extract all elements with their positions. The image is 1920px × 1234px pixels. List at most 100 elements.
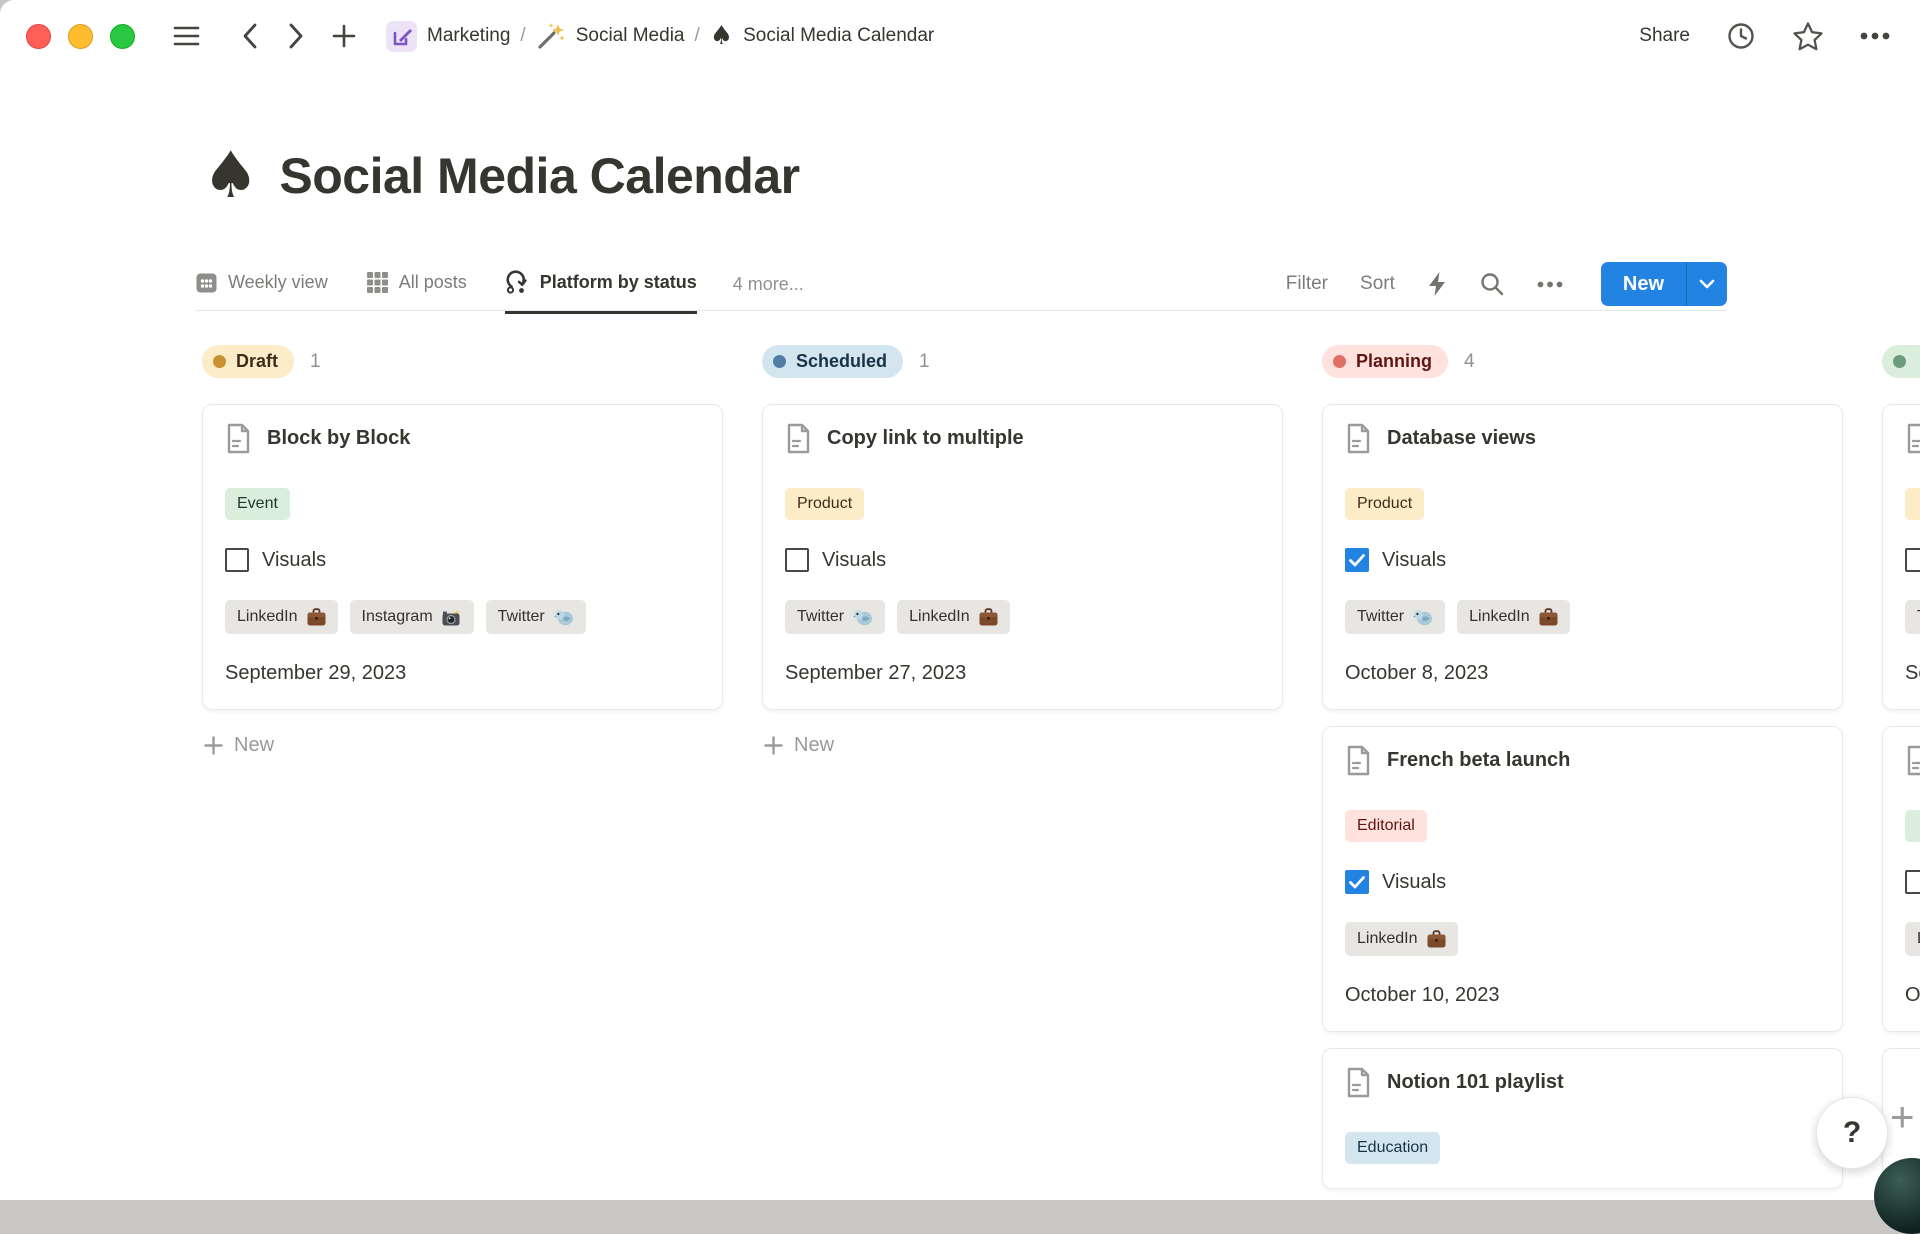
bird-emoji [1413, 608, 1433, 626]
card-date: October 10, 2023 [1345, 984, 1500, 1007]
card-title: French beta launch [1387, 749, 1570, 772]
minimize-window-button[interactable] [68, 24, 93, 49]
view-tabs: Weekly viewAll postsPlatform by status [195, 258, 697, 310]
page-icon [1345, 423, 1372, 454]
new-card-label: New [794, 734, 834, 757]
status-pill[interactable] [1882, 345, 1920, 378]
new-tab-icon[interactable] [332, 24, 356, 48]
category-tag: Event [225, 488, 290, 520]
board-card[interactable]: TwSe [1882, 404, 1920, 710]
category-tag: Editorial [1345, 810, 1427, 842]
breadcrumb: Marketing/Social Media/♠Social Media Cal… [386, 21, 934, 52]
card-date: October 8, 2023 [1345, 662, 1488, 685]
category-tag [1905, 488, 1920, 520]
add-group-plus-icon[interactable]: + [1890, 1096, 1915, 1138]
checkbox-checked[interactable] [1345, 548, 1369, 572]
bird-emoji [554, 608, 574, 626]
sidebar-menu-icon[interactable] [173, 25, 200, 47]
zoom-window-button[interactable] [110, 24, 135, 49]
status-label: Scheduled [796, 351, 887, 372]
board-column-draft: Draft 1 Block by Block Event Visuals LinkedIn… [202, 345, 723, 761]
spade-icon: ♠ [710, 23, 733, 49]
search-icon[interactable] [1479, 271, 1505, 297]
tab-all-posts[interactable]: All posts [366, 257, 467, 314]
platform-tag-linkedin: LinkedIn [897, 600, 1010, 634]
breadcrumb-item[interactable]: ♠ Social Media Calendar [710, 23, 934, 49]
column-count: 1 [310, 351, 321, 373]
breadcrumb-item[interactable]: Social Media [536, 21, 685, 51]
page-icon-spade[interactable]: ♠ [202, 144, 259, 208]
help-button[interactable]: ? [1816, 1097, 1888, 1169]
checkbox-label: Visuals [262, 549, 326, 572]
status-pill[interactable]: Planning [1322, 345, 1448, 378]
card-date: Oc [1905, 984, 1920, 1007]
platform-tag-tw: Tw [1905, 600, 1920, 634]
filter-button[interactable]: Filter [1286, 273, 1328, 295]
status-icon [505, 270, 530, 295]
page-icon [225, 423, 252, 454]
breadcrumb-label: Social Media [576, 25, 685, 47]
platform-tag-linkedin: LinkedIn [225, 600, 338, 634]
checkbox-label: Visuals [1382, 549, 1446, 572]
breadcrumb-item[interactable]: Marketing [386, 21, 510, 52]
view-options-icon[interactable] [1537, 281, 1563, 288]
board-card[interactable]: Copy link to multipleProductVisualsTwitt… [762, 404, 1283, 710]
status-dot [1333, 355, 1346, 368]
back-icon[interactable] [242, 23, 258, 49]
workspace-icon [386, 21, 417, 52]
magic-wand-icon [536, 21, 566, 51]
new-button-chevron-down-icon[interactable] [1687, 262, 1727, 306]
sort-button[interactable]: Sort [1360, 273, 1395, 295]
briefcase-emoji [1539, 608, 1558, 626]
tab-weekly-view[interactable]: Weekly view [195, 257, 328, 314]
new-button[interactable]: New [1601, 262, 1727, 306]
forward-icon[interactable] [288, 23, 304, 49]
new-card-button[interactable]: New [762, 730, 1283, 761]
category-tag: Product [1345, 488, 1424, 520]
category-tag: Education [1345, 1132, 1440, 1164]
board-column-scheduled: Scheduled1Copy link to multipleProductVi… [762, 345, 1283, 761]
briefcase-emoji [979, 608, 998, 626]
column-count: 4 [1464, 351, 1475, 373]
automation-bolt-icon[interactable] [1427, 271, 1447, 297]
checkbox-unchecked[interactable] [1905, 870, 1920, 894]
card-title: Block by Block [267, 427, 410, 450]
board-card[interactable]: Block by Block Event Visuals LinkedIn Instag… [202, 404, 723, 710]
updates-clock-icon[interactable] [1726, 21, 1756, 51]
tab-label: Weekly view [228, 272, 328, 293]
platform-tag-linkedin: LinkedIn [1457, 600, 1570, 634]
new-button-label[interactable]: New [1601, 262, 1686, 306]
page-icon [1345, 1067, 1372, 1098]
breadcrumb-separator: / [694, 25, 699, 47]
board-card[interactable]: LiOc [1882, 726, 1920, 1032]
breadcrumb-label: Social Media Calendar [743, 25, 934, 47]
new-card-button[interactable]: New [202, 730, 723, 761]
card-title: Notion 101 playlist [1387, 1071, 1564, 1094]
favorite-star-icon[interactable] [1792, 21, 1824, 51]
tab-platform-by-status[interactable]: Platform by status [505, 257, 697, 314]
checkbox-unchecked[interactable] [785, 548, 809, 572]
platform-tag-instagram: Instagram [350, 600, 474, 634]
share-button[interactable]: Share [1639, 25, 1690, 47]
status-pill[interactable]: Draft [202, 345, 294, 378]
page-title[interactable]: Social Media Calendar [279, 147, 799, 205]
more-views-button[interactable]: 4 more... [733, 274, 804, 295]
board-card[interactable]: Database viewsProductVisualsTwitterLinke… [1322, 404, 1843, 710]
board-card[interactable]: French beta launchEditorialVisualsLinked… [1322, 726, 1843, 1032]
calendar-icon [195, 271, 218, 294]
checkbox-unchecked[interactable] [1905, 548, 1920, 572]
category-tag [1905, 810, 1920, 842]
more-options-icon[interactable] [1860, 32, 1890, 40]
platform-tag-twitter: Twitter [785, 600, 885, 634]
status-dot [213, 355, 226, 368]
category-tag: Product [785, 488, 864, 520]
checkbox-unchecked[interactable] [225, 548, 249, 572]
close-window-button[interactable] [26, 24, 51, 49]
tab-label: Platform by status [540, 272, 697, 293]
status-pill[interactable]: Scheduled [762, 345, 903, 378]
status-dot [773, 355, 786, 368]
status-dot [1893, 355, 1906, 368]
grid-icon [366, 271, 389, 294]
board-card[interactable]: Notion 101 playlist Education [1322, 1048, 1843, 1189]
checkbox-checked[interactable] [1345, 870, 1369, 894]
